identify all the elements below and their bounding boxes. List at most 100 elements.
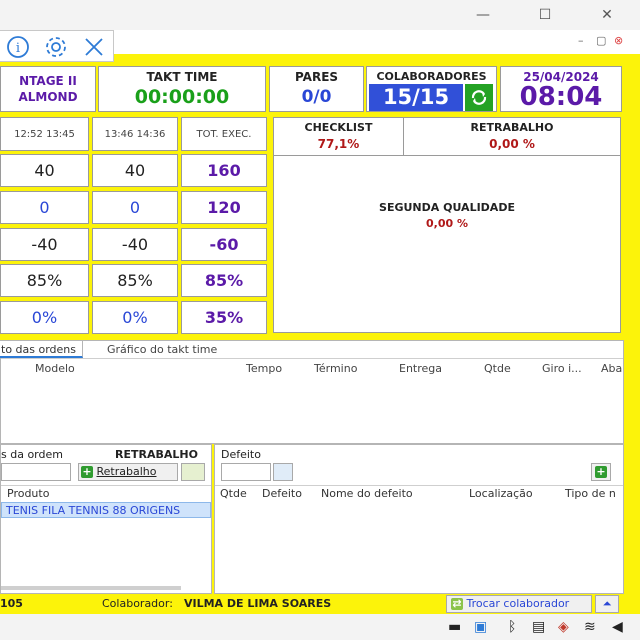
pares-value: 0/0 [301, 87, 332, 107]
clipboard-icon[interactable]: ▤ [532, 619, 545, 635]
production-cell: 35% [181, 301, 267, 334]
bluetooth-icon[interactable]: ᛒ [508, 619, 516, 635]
header-entrega[interactable]: Entrega [399, 362, 442, 375]
refresh-icon[interactable] [465, 84, 493, 111]
production-cell: 160 [181, 154, 267, 187]
production-cell: 0% [0, 301, 89, 334]
retrabalho-button-label: Retrabalho [96, 465, 157, 478]
checklist-label: CHECKLIST [304, 121, 373, 134]
model-line2: ALMOND [18, 90, 78, 104]
production-cell: -60 [181, 228, 267, 261]
production-cell: 120 [181, 191, 267, 224]
inner-maximize-button[interactable]: ▢ [596, 34, 606, 52]
checklist-value: 77,1% [317, 137, 360, 151]
accessibility-toolbar: i [0, 30, 114, 62]
inner-close-button[interactable]: ⊗ [614, 34, 623, 52]
production-cell: 85% [181, 264, 267, 297]
produto-header[interactable]: Produto [7, 487, 49, 500]
header-termino[interactable]: Término [314, 362, 357, 375]
order-panel: s da ordem RETRABALHO + Retrabalho Produ… [0, 444, 212, 594]
horizontal-scrollbar[interactable] [1, 586, 181, 590]
header-aba[interactable]: Aba [601, 362, 622, 375]
header-modelo[interactable]: Modelo [35, 362, 75, 375]
production-cell: 0% [92, 301, 178, 334]
swap-icon: ⇄ [451, 597, 463, 610]
network-icon[interactable]: ▬ [448, 619, 461, 635]
plus-icon: + [595, 465, 607, 478]
colaboradores-label: COLABORADORES [376, 70, 487, 83]
production-cell: 0 [92, 191, 178, 224]
time-label: 08:04 [519, 82, 603, 112]
defeito-header-localizacao[interactable]: Localização [469, 487, 533, 500]
defeito-header-tipo[interactable]: Tipo de n [565, 487, 616, 500]
retrabalho-heading: RETRABALHO [115, 448, 198, 461]
production-cell: -40 [0, 228, 89, 261]
close-icon[interactable] [82, 35, 106, 59]
production-cell: 40 [92, 154, 178, 187]
display-icon[interactable]: ▣ [474, 619, 487, 635]
system-tray: ▬ ▣ ᛒ ▤ ◈ ≋ ◀ [0, 614, 640, 640]
colaboradores-value: 15/15 [369, 84, 463, 111]
refresh-retrabalho-icon[interactable] [181, 463, 205, 481]
order-label: s da ordem [1, 448, 63, 461]
defeito-panel: Defeito + Qtde Defeito Nome do defeito L… [214, 444, 624, 594]
os-titlebar: — ☐ ✕ [0, 0, 640, 30]
model-line1: NTAGE II [19, 74, 77, 88]
takt-time-box: TAKT TIME 00:00:00 [98, 66, 266, 112]
column-header: 12:52 13:45 [0, 117, 89, 151]
footer-code: 105 [0, 597, 23, 610]
shield-icon[interactable]: ◈ [558, 619, 569, 635]
table-row[interactable]: TENIS FILA TENNIS 88 ORIGENS [1, 502, 211, 518]
defeito-label: Defeito [221, 448, 261, 461]
footer-colab-name: VILMA DE LIMA SOARES [184, 597, 332, 610]
takt-time-label: TAKT TIME [146, 70, 218, 84]
header-tempo[interactable]: Tempo [246, 362, 282, 375]
retrabalho-button[interactable]: + Retrabalho [78, 463, 178, 481]
quality-panel: CHECKLIST 77,1% RETRABALHO 0,00 % SEGUND… [273, 117, 621, 333]
defeito-header-defeito[interactable]: Defeito [262, 487, 302, 500]
plus-icon: + [81, 465, 93, 478]
footer-colab-label: Colaborador: [102, 597, 173, 610]
minimize-button[interactable]: — [468, 4, 498, 26]
add-defeito-button[interactable]: + [591, 463, 611, 481]
production-cell: 85% [0, 264, 89, 297]
defeito-header-nome[interactable]: Nome do defeito [321, 487, 413, 500]
close-button[interactable]: ✕ [592, 4, 622, 26]
tab-grafico-takt[interactable]: Gráfico do takt time [101, 341, 223, 358]
production-cell: 40 [0, 154, 89, 187]
takt-time-value: 00:00:00 [134, 86, 230, 108]
production-cell: -40 [92, 228, 178, 261]
header-giro[interactable]: Giro i... [542, 362, 582, 375]
column-header: 13:46 14:36 [92, 117, 178, 151]
retrabalho-cell: RETRABALHO 0,00 % [404, 118, 620, 156]
segunda-qualidade-label: SEGUNDA QUALIDADE [379, 201, 515, 214]
retrabalho-label: RETRABALHO [470, 121, 554, 134]
svg-text:i: i [16, 41, 20, 56]
inner-minimize-button[interactable]: – [578, 34, 584, 52]
gear-icon[interactable] [44, 35, 68, 59]
produto-value: TENIS FILA TENNIS 88 ORIGENS [6, 504, 181, 517]
search-icon[interactable] [273, 463, 293, 481]
production-cell: 85% [92, 264, 178, 297]
colaboradores-box: COLABORADORES 15/15 [366, 66, 497, 112]
model-box: NTAGE II ALMOND [0, 66, 96, 112]
trocar-colaborador-button[interactable]: ⇄ Trocar colaborador [446, 595, 592, 613]
header-qtde[interactable]: Qtde [484, 362, 511, 375]
wifi-icon[interactable]: ≋ [584, 619, 596, 635]
volume-icon[interactable]: ◀ [612, 619, 623, 635]
orders-panel: to das ordens Gráfico do takt time Model… [0, 340, 624, 444]
info-icon[interactable]: i [6, 35, 30, 59]
trocar-colaborador-label: Trocar colaborador [466, 597, 570, 610]
checklist-cell: CHECKLIST 77,1% [274, 118, 404, 156]
segunda-qualidade-value: 0,00 % [426, 217, 468, 230]
defeito-header-qtde[interactable]: Qtde [220, 487, 247, 500]
pares-label: PARES [294, 70, 339, 84]
pares-box: PARES 0/0 [269, 66, 364, 112]
tab-ordens[interactable]: to das ordens [0, 341, 84, 358]
retrabalho-value: 0,00 % [489, 137, 535, 151]
production-cell: 0 [0, 191, 89, 224]
order-input[interactable] [1, 463, 71, 481]
maximize-button[interactable]: ☐ [530, 4, 560, 26]
defeito-input[interactable] [221, 463, 271, 481]
collapse-up-icon[interactable]: ⏶ [595, 595, 619, 613]
